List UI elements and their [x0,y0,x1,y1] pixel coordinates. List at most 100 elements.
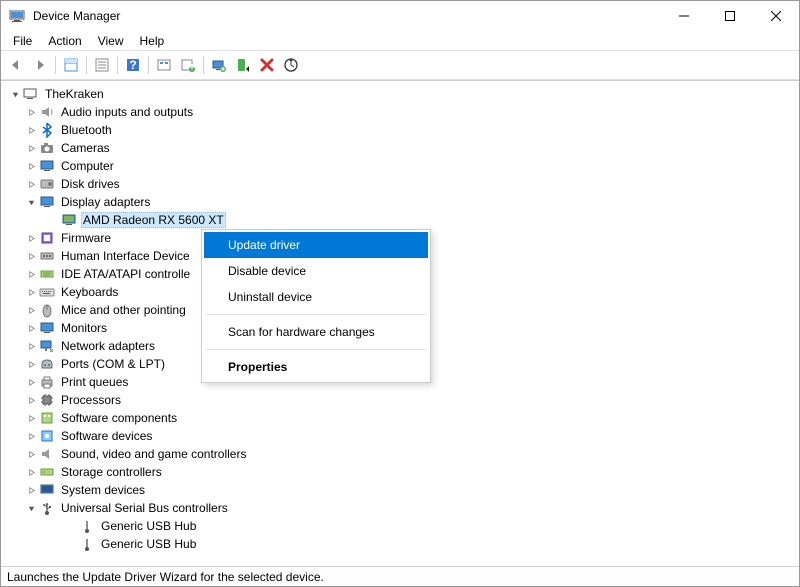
app-icon [9,8,25,24]
update-driver-button[interactable] [208,54,230,76]
cpu-icon [39,392,55,408]
tree-item-sw-devices[interactable]: Software devices [1,427,799,445]
chevron-right-icon[interactable] [25,232,37,244]
network-icon [39,338,55,354]
close-button[interactable] [753,1,799,31]
tree-item-computer[interactable]: Computer [1,157,799,175]
chevron-right-icon[interactable] [25,142,37,154]
ctx-update-driver[interactable]: Update driver [204,232,428,258]
chevron-right-icon[interactable] [25,340,37,352]
tree-item-cameras[interactable]: Cameras [1,139,799,157]
printer-icon [39,374,55,390]
ide-icon [39,266,55,282]
display-icon [39,194,55,210]
tree-item-display[interactable]: Display adapters [1,193,799,211]
mouse-icon [39,302,55,318]
menu-file[interactable]: File [5,32,40,50]
camera-icon [39,140,55,156]
forward-button[interactable] [29,54,51,76]
chevron-right-icon[interactable] [25,124,37,136]
help-button[interactable]: ? [122,54,144,76]
usb-icon [39,500,55,516]
tree-item-usb-hub[interactable]: Generic USB Hub [1,517,799,535]
chevron-right-icon[interactable] [25,484,37,496]
tree-item-svgc[interactable]: Sound, video and game controllers [1,445,799,463]
audio-icon [39,104,55,120]
tree-item-usb[interactable]: Universal Serial Bus controllers [1,499,799,517]
show-hide-tree-button[interactable] [60,54,82,76]
titlebar: Device Manager [1,1,799,31]
menu-view[interactable]: View [90,32,132,50]
disable-device-button[interactable] [232,54,254,76]
chevron-down-icon[interactable] [25,196,37,208]
scan-hardware-button[interactable] [280,54,302,76]
separator [206,314,426,315]
chevron-right-icon[interactable] [25,376,37,388]
chevron-right-icon[interactable] [25,448,37,460]
svg-text:+: + [188,60,195,73]
menu-action[interactable]: Action [40,32,89,50]
chevron-right-icon[interactable] [25,160,37,172]
toolbar: ? + [1,51,799,80]
ctx-disable-device[interactable]: Disable device [204,258,428,284]
chevron-right-icon[interactable] [25,466,37,478]
chevron-right-icon[interactable] [25,268,37,280]
maximize-button[interactable] [707,1,753,31]
tree-item-processors[interactable]: Processors [1,391,799,409]
tree-view[interactable]: TheKraken Audio inputs and outputs Bluet… [1,80,799,566]
window-title: Device Manager [33,9,661,23]
tree-item-bluetooth[interactable]: Bluetooth [1,121,799,139]
context-menu: Update driver Disable device Uninstall d… [201,229,431,383]
chevron-right-icon[interactable] [25,178,37,190]
chevron-right-icon[interactable] [25,322,37,334]
sw-device-icon [39,428,55,444]
computer-root-icon [23,86,39,102]
chevron-right-icon[interactable] [25,250,37,262]
monitor-icon [39,320,55,336]
chevron-right-icon[interactable] [25,304,37,316]
chevron-right-icon[interactable] [25,412,37,424]
keyboard-icon [39,284,55,300]
sound-icon [39,446,55,462]
hid-icon [39,248,55,264]
chevron-right-icon[interactable] [25,358,37,370]
menubar: File Action View Help [1,31,799,51]
separator [206,349,426,350]
tree-item-storage[interactable]: Storage controllers [1,463,799,481]
status-bar: Launches the Update Driver Wizard for th… [1,566,799,586]
ports-icon [39,356,55,372]
sw-component-icon [39,410,55,426]
chevron-right-icon[interactable] [25,106,37,118]
usb-hub-icon [79,536,95,552]
ctx-uninstall-device[interactable]: Uninstall device [204,284,428,310]
system-icon [39,482,55,498]
ctx-scan-hardware[interactable]: Scan for hardware changes [204,319,428,345]
chevron-right-icon[interactable] [25,394,37,406]
tree-item-usb-hub[interactable]: Generic USB Hub [1,535,799,553]
chevron-down-icon[interactable] [25,502,37,514]
uninstall-device-button[interactable] [256,54,278,76]
status-text: Launches the Update Driver Wizard for th… [7,570,324,584]
tree-item-system[interactable]: System devices [1,481,799,499]
window-controls [661,1,799,31]
menu-help[interactable]: Help [132,32,173,50]
minimize-button[interactable] [661,1,707,31]
action2-button[interactable]: + [177,54,199,76]
tree-root[interactable]: TheKraken [1,85,799,103]
tree-item-disks[interactable]: Disk drives [1,175,799,193]
tree-item-sw-components[interactable]: Software components [1,409,799,427]
gpu-icon [61,212,77,228]
svg-text:?: ? [129,58,136,72]
back-button[interactable] [5,54,27,76]
tree-item-audio[interactable]: Audio inputs and outputs [1,103,799,121]
ctx-properties[interactable]: Properties [204,354,428,380]
firmware-icon [39,230,55,246]
chevron-right-icon[interactable] [25,286,37,298]
chevron-down-icon[interactable] [9,88,21,100]
action1-button[interactable] [153,54,175,76]
tree-root-label: TheKraken [43,87,106,101]
chevron-right-icon[interactable] [25,430,37,442]
properties-button[interactable] [91,54,113,76]
tree-item-gpu[interactable]: AMD Radeon RX 5600 XT [1,211,799,229]
storage-icon [39,464,55,480]
